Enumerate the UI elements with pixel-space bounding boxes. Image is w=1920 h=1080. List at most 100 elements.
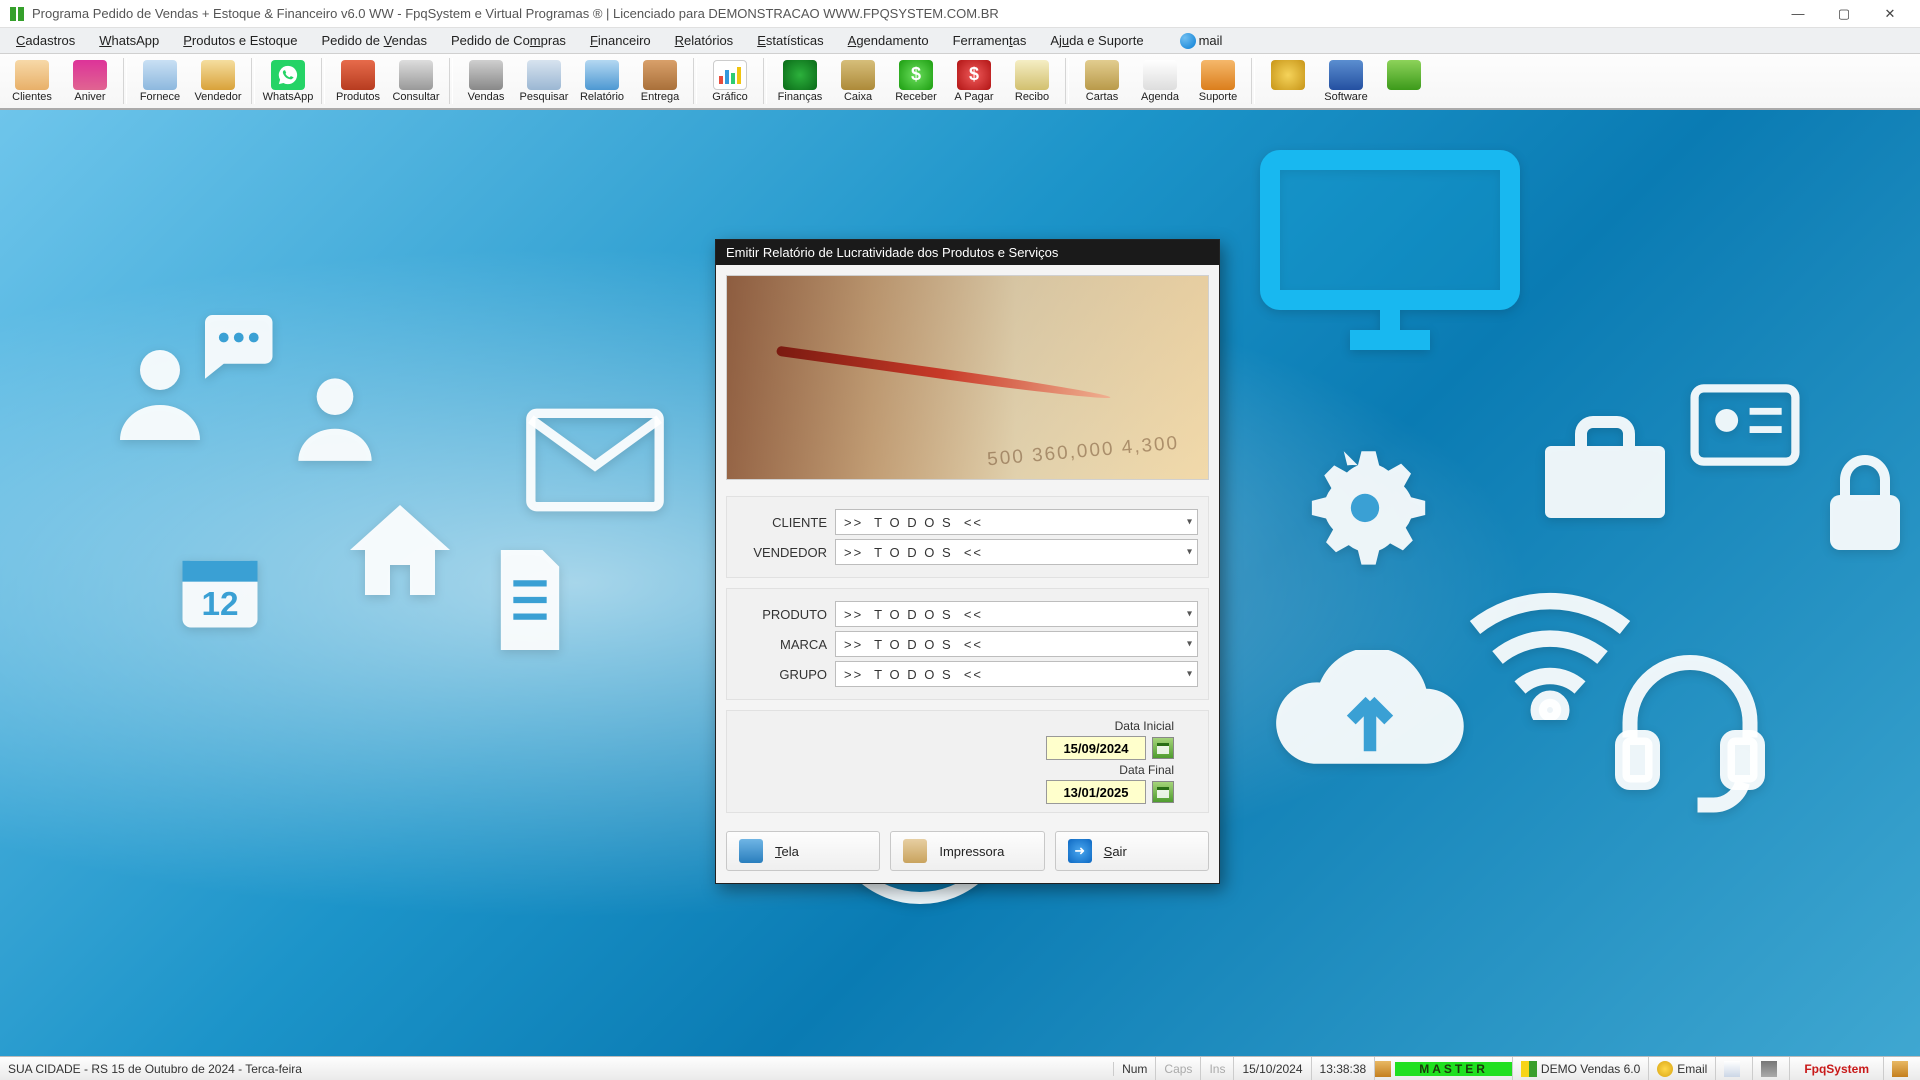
toolbar-cartas[interactable]: Cartas xyxy=(1074,55,1130,107)
window-title: Programa Pedido de Vendas + Estoque & Fi… xyxy=(32,6,1776,21)
menu-pedido-vendas[interactable]: Pedido de Vendas xyxy=(311,31,437,50)
svg-text:12: 12 xyxy=(201,586,238,623)
status-master: MASTER xyxy=(1395,1062,1512,1076)
data-final-label: Data Final xyxy=(1119,763,1174,777)
toolbar-vendas[interactable]: Vendas xyxy=(458,55,514,107)
toolbar-coin[interactable] xyxy=(1260,55,1316,107)
printer-icon xyxy=(903,839,927,863)
toolbar-relatorio[interactable]: Relatório xyxy=(574,55,630,107)
whatsapp-icon xyxy=(271,60,305,90)
status-email[interactable]: Email xyxy=(1649,1057,1716,1080)
menu-relatorios[interactable]: Relatórios xyxy=(665,31,744,50)
calendar-button-final[interactable] xyxy=(1152,781,1174,803)
screen-icon xyxy=(739,839,763,863)
id-card-icon xyxy=(1690,380,1800,475)
menu-pedido-compras[interactable]: Pedido de Compras xyxy=(441,31,576,50)
cliente-combo[interactable]: ▾ xyxy=(835,509,1198,535)
support-icon xyxy=(1201,60,1235,90)
produto-input[interactable] xyxy=(835,601,1198,627)
toolbar-clientes[interactable]: Clientes xyxy=(4,55,60,107)
finance-icon xyxy=(783,60,817,90)
toolbar-exit[interactable] xyxy=(1376,55,1432,107)
chart-icon xyxy=(713,60,747,90)
products-icon xyxy=(341,60,375,90)
lock-icon xyxy=(1820,450,1910,565)
toolbar-recibo[interactable]: Recibo xyxy=(1004,55,1060,107)
data-inicial-input[interactable] xyxy=(1046,736,1146,760)
cliente-label: CLIENTE xyxy=(737,515,827,530)
toolbar-grafico[interactable]: Gráfico xyxy=(702,55,758,107)
envelope-icon xyxy=(1724,1061,1740,1077)
toolbar-produtos[interactable]: Produtos xyxy=(330,55,386,107)
toolbar-fornece[interactable]: Fornece xyxy=(132,55,188,107)
toolbar-pesquisar[interactable]: Pesquisar xyxy=(516,55,572,107)
menu-whatsapp[interactable]: WhatsApp xyxy=(89,31,169,50)
menu-financeiro[interactable]: Financeiro xyxy=(580,31,661,50)
briefcase-icon xyxy=(1530,410,1680,535)
impressora-button[interactable]: Impressora xyxy=(890,831,1044,871)
toolbar-caixa[interactable]: Caixa xyxy=(830,55,886,107)
toolbar-receber[interactable]: $Receber xyxy=(888,55,944,107)
status-bar: SUA CIDADE - RS 15 de Outubro de 2024 - … xyxy=(0,1056,1920,1080)
menu-estatisticas[interactable]: Estatísticas xyxy=(747,31,833,50)
menu-cadastros[interactable]: Cadastros xyxy=(6,31,85,50)
toolbar-suporte[interactable]: Suporte xyxy=(1190,55,1246,107)
workspace-background: 12 Emitir Relatório de Lucratividade dos… xyxy=(0,110,1920,1056)
money-out-icon: $ xyxy=(957,60,991,90)
vendedor-label: VENDEDOR xyxy=(737,545,827,560)
status-fpq[interactable]: FpqSystem xyxy=(1790,1057,1884,1080)
status-mail-icon[interactable] xyxy=(1716,1057,1753,1080)
status-users-icon[interactable] xyxy=(1884,1057,1920,1080)
data-final-input[interactable] xyxy=(1046,780,1146,804)
cashbox-icon xyxy=(841,60,875,90)
menu-ferramentas[interactable]: Ferramentas xyxy=(943,31,1037,50)
sair-button[interactable]: ➜ Sair xyxy=(1055,831,1209,871)
grupo-combo[interactable]: ▾ xyxy=(835,661,1198,687)
minimize-button[interactable]: — xyxy=(1776,1,1820,27)
report-dialog: Emitir Relatório de Lucratividade dos Pr… xyxy=(715,239,1220,884)
marca-combo[interactable]: ▾ xyxy=(835,631,1198,657)
maximize-button[interactable]: ▢ xyxy=(1822,1,1866,27)
close-window-button[interactable]: ✕ xyxy=(1868,1,1912,27)
toolbar-software[interactable]: Software xyxy=(1318,55,1374,107)
toolbar-aniver[interactable]: Aniver xyxy=(62,55,118,107)
menu-agendamento[interactable]: Agendamento xyxy=(838,31,939,50)
headset-icon xyxy=(1600,640,1780,825)
cliente-input[interactable] xyxy=(835,509,1198,535)
status-master-cell: MASTER xyxy=(1375,1057,1513,1080)
toolbar-agenda[interactable]: Agenda xyxy=(1132,55,1188,107)
toolbar-financas[interactable]: Finanças xyxy=(772,55,828,107)
dialog-title: Emitir Relatório de Lucratividade dos Pr… xyxy=(716,240,1219,265)
people-icon xyxy=(1892,1061,1908,1077)
toolbar-consultar[interactable]: Consultar xyxy=(388,55,444,107)
grupo-input[interactable] xyxy=(835,661,1198,687)
status-monitor-icon[interactable] xyxy=(1753,1057,1790,1080)
toolbar-vendedor[interactable]: Vendedor xyxy=(190,55,246,107)
menu-ajuda-suporte[interactable]: Ajuda e Suporte xyxy=(1040,31,1153,50)
toolbar-entrega[interactable]: Entrega xyxy=(632,55,688,107)
arrow-right-icon: ➜ xyxy=(1068,839,1092,863)
data-inicial-label: Data Inicial xyxy=(1115,719,1174,733)
field-group-product: PRODUTO ▾ MARCA ▾ GRUPO xyxy=(726,588,1209,700)
produto-combo[interactable]: ▾ xyxy=(835,601,1198,627)
vendedor-combo[interactable]: ▾ xyxy=(835,539,1198,565)
vendedor-input[interactable] xyxy=(835,539,1198,565)
status-demo[interactable]: DEMO Vendas 6.0 xyxy=(1513,1057,1649,1080)
window-controls: — ▢ ✕ xyxy=(1776,1,1912,27)
menu-produtos-estoque[interactable]: Produtos e Estoque xyxy=(173,31,307,50)
software-icon xyxy=(1329,60,1363,90)
tela-button[interactable]: Tela xyxy=(726,831,880,871)
grupo-label: GRUPO xyxy=(737,667,827,682)
menu-mail[interactable]: mail xyxy=(1170,31,1233,51)
coin-icon xyxy=(1271,60,1305,90)
toolbar-apagar[interactable]: $A Pagar xyxy=(946,55,1002,107)
calendar-button-initial[interactable] xyxy=(1152,737,1174,759)
status-location: SUA CIDADE - RS 15 de Outubro de 2024 - … xyxy=(0,1062,1114,1076)
people-icon xyxy=(15,60,49,90)
star-icon xyxy=(1657,1061,1673,1077)
flag-icon xyxy=(1521,1061,1537,1077)
produto-label: PRODUTO xyxy=(737,607,827,622)
toolbar-whatsapp[interactable]: WhatsApp xyxy=(260,55,316,107)
toolbar-separator xyxy=(251,58,255,104)
marca-input[interactable] xyxy=(835,631,1198,657)
